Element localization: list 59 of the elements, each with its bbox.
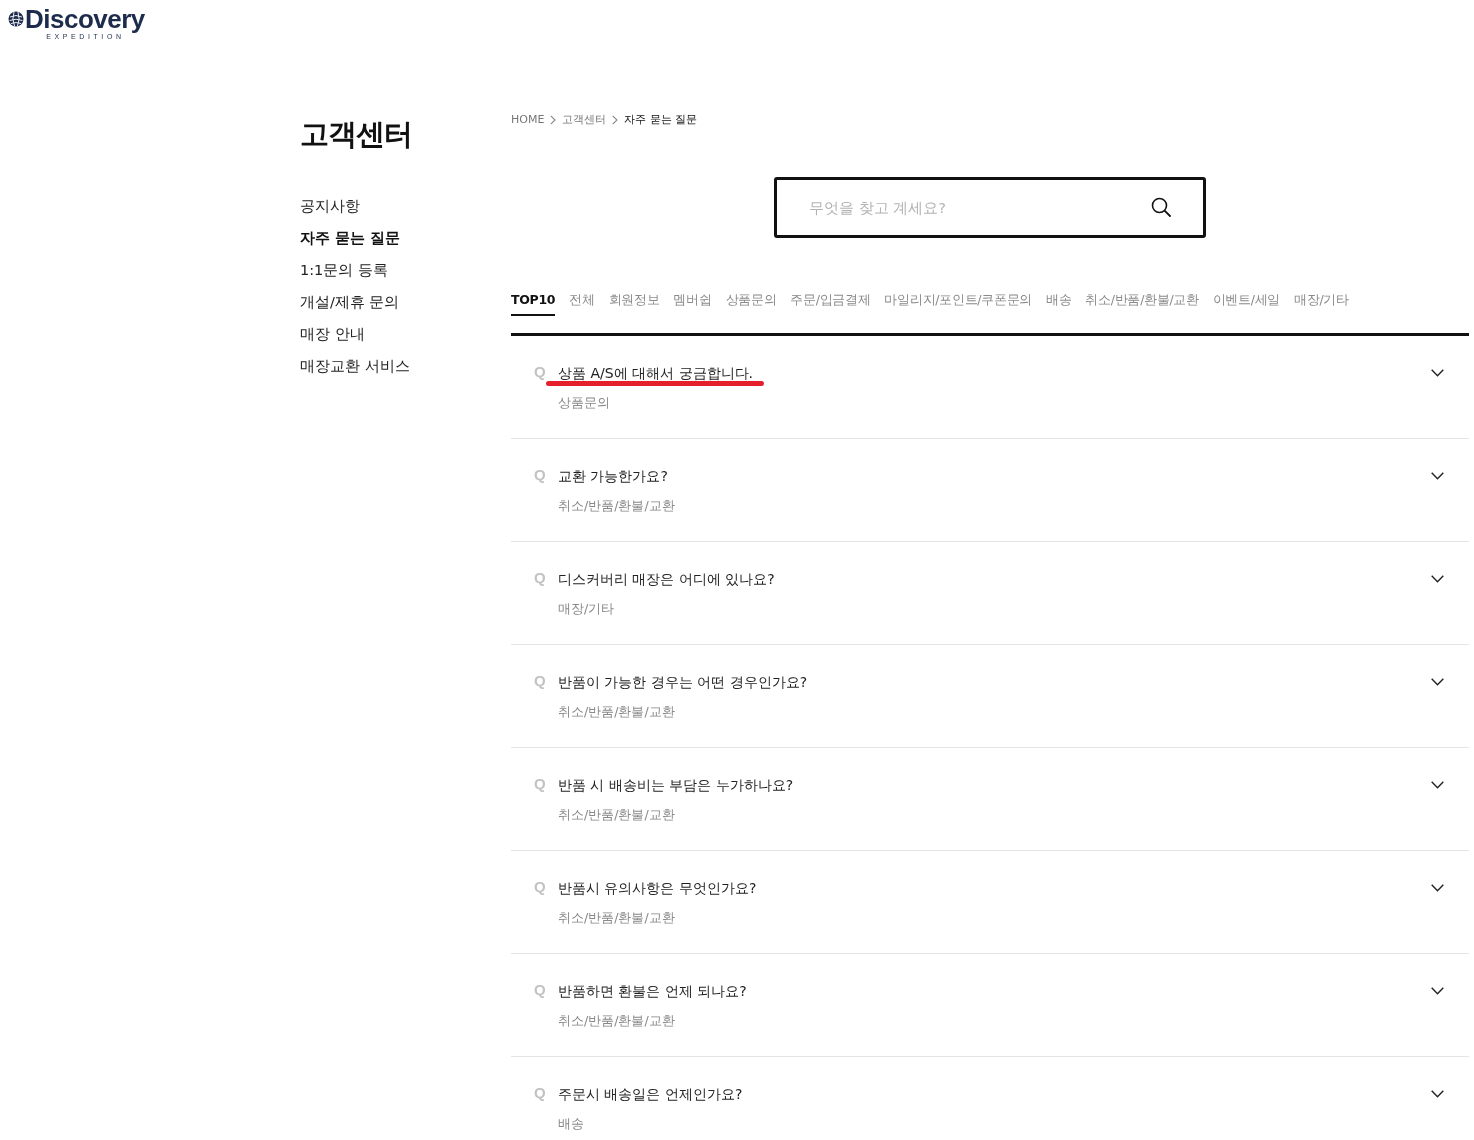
question-link[interactable]: 교환 가능한가요?: [558, 468, 668, 484]
question-marker: Q: [534, 465, 547, 485]
chevron-right-icon: [612, 115, 619, 125]
sidebar-link[interactable]: 공지사항: [300, 190, 360, 222]
question-link[interactable]: 반품시 유의사항은 무엇인가요?: [558, 880, 757, 896]
question-marker: Q: [534, 774, 547, 794]
chevron-down-icon[interactable]: [1431, 1090, 1444, 1098]
category-tab[interactable]: 전체: [569, 291, 595, 316]
category-label: 취소/반품/환불/교환: [558, 497, 675, 515]
category-tab[interactable]: 매장/기타: [1294, 291, 1349, 316]
chevron-down-icon[interactable]: [1431, 781, 1444, 789]
category-label: 취소/반품/환불/교환: [558, 806, 675, 824]
category-tab[interactable]: 배송: [1046, 291, 1072, 316]
logo-wordmark[interactable]: Discovery: [25, 6, 145, 32]
globe-logo-icon: [8, 11, 24, 27]
question-link[interactable]: 상품 A/S에 대해서 궁금합니다.: [558, 365, 753, 381]
chevron-down-icon[interactable]: [1431, 884, 1444, 892]
category-tab[interactable]: 마일리지/포인트/쿠폰문의: [884, 291, 1032, 316]
chevron-down-icon[interactable]: [1431, 472, 1444, 480]
question-marker: Q: [534, 877, 547, 897]
sidebar-link[interactable]: 1:1문의 등록: [300, 254, 388, 286]
search-icon[interactable]: [1151, 197, 1171, 217]
question-marker: Q: [534, 568, 547, 588]
category-tab[interactable]: 멤버쉽: [673, 291, 712, 316]
category-tab[interactable]: 취소/반품/환불/교환: [1085, 291, 1199, 316]
category-tab[interactable]: 주문/입금결제: [790, 291, 871, 316]
category-tab[interactable]: TOP10: [511, 291, 556, 316]
question-marker: Q: [534, 980, 547, 1000]
category-tab[interactable]: 상품문의: [725, 291, 777, 316]
category-label: 배송: [558, 1115, 584, 1133]
chevron-down-icon[interactable]: [1431, 369, 1444, 377]
question-marker: Q: [534, 1083, 547, 1103]
category-label: 취소/반품/환불/교환: [558, 909, 675, 927]
category-tab[interactable]: 이벤트/세일: [1212, 291, 1281, 316]
sidebar-link[interactable]: 매장교환 서비스: [300, 350, 410, 382]
category-label: 매장/기타: [558, 600, 615, 618]
chevron-down-icon[interactable]: [1431, 678, 1444, 686]
sidebar-link[interactable]: 매장 안내: [300, 318, 365, 350]
category-label: 취소/반품/환불/교환: [558, 1012, 675, 1030]
sidebar-link[interactable]: 개설/제휴 문의: [300, 286, 400, 318]
category-tab[interactable]: 회원정보: [608, 291, 660, 316]
question-link[interactable]: 디스커버리 매장은 어디에 있나요?: [558, 571, 775, 587]
breadcrumb-current: 자주 묻는 질문: [624, 113, 698, 127]
question-link[interactable]: 주문시 배송일은 언제인가요?: [558, 1086, 743, 1102]
chevron-down-icon[interactable]: [1431, 987, 1444, 995]
question-link[interactable]: 반품 시 배송비는 부담은 누가하나요?: [558, 777, 794, 793]
chevron-down-icon[interactable]: [1431, 575, 1444, 583]
question-link[interactable]: 반품하면 환불은 언제 되나요?: [558, 983, 747, 999]
category-label: 취소/반품/환불/교환: [558, 703, 675, 721]
breadcrumb-link[interactable]: 고객센터: [562, 113, 607, 127]
sidebar-title: 고객센터: [300, 116, 413, 152]
chevron-right-icon: [550, 115, 557, 125]
question-link[interactable]: 반품이 가능한 경우는 어떤 경우인가요?: [558, 674, 808, 690]
breadcrumb-link[interactable]: HOME: [511, 113, 545, 127]
question-marker: Q: [534, 671, 547, 691]
search-field[interactable]: 무엇을 찾고 계세요?: [774, 177, 1206, 238]
sidebar-link[interactable]: 자주 묻는 질문: [300, 222, 401, 254]
category-label: 상품문의: [558, 394, 610, 412]
question-marker: Q: [534, 362, 547, 382]
